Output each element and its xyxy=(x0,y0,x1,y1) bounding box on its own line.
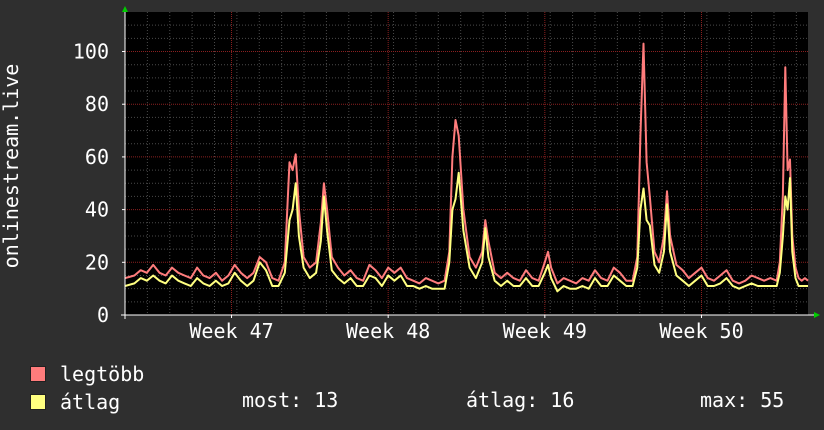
y-tick-label: 100 xyxy=(73,40,109,64)
stat-now: most: 13 xyxy=(242,388,339,412)
chart: 0 20 40 60 80 100 Week 47 Week 48 Week 49 Week 50… xyxy=(0,6,820,343)
y-axis-arrow xyxy=(122,6,128,12)
x-tick-label: Week 48 xyxy=(346,319,430,343)
legend-entry-avg: átlag xyxy=(30,388,120,416)
x-axis-arrow xyxy=(814,312,820,318)
y-tick-label: 60 xyxy=(85,145,109,169)
stat-max: max: 55 xyxy=(700,388,785,412)
y-axis-label: onlinestream.live xyxy=(0,64,23,269)
legend-entry-max: legtöbb xyxy=(30,360,144,388)
plot-area xyxy=(125,12,808,315)
legend-label-avg: átlag xyxy=(60,390,121,414)
legend-swatch-max xyxy=(30,366,46,382)
x-tick-label: Week 50 xyxy=(659,319,743,343)
x-tick-label: Week 47 xyxy=(189,319,273,343)
legend-swatch-avg xyxy=(30,394,46,410)
y-tick-label: 80 xyxy=(85,92,109,116)
x-tick-label: Week 49 xyxy=(503,319,587,343)
y-tick-label: 20 xyxy=(85,250,109,274)
legend-label-max: legtöbb xyxy=(60,362,145,386)
stat-average: átlag: 16 xyxy=(466,388,575,412)
y-tick-label: 40 xyxy=(85,198,109,222)
y-tick-label: 0 xyxy=(97,303,109,327)
